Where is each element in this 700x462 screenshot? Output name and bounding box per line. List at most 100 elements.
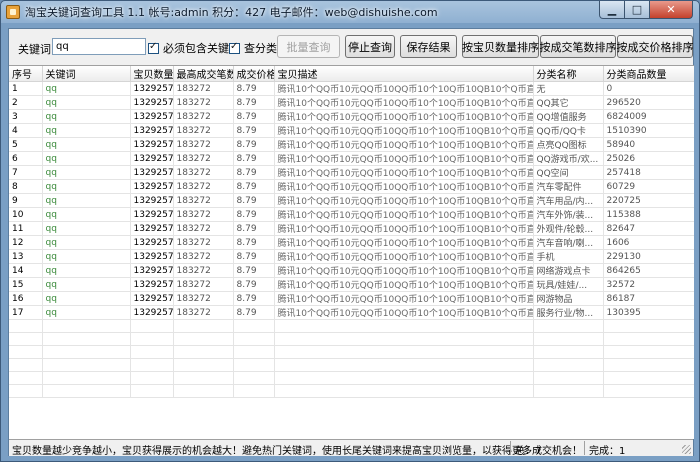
table-row[interactable]: 3qq132925791832728.79腾讯10个QQ币10元QQ币10QQ币… xyxy=(9,109,694,124)
row-category: 汽车用品/内... xyxy=(533,193,604,208)
table-row[interactable]: 9qq132925791832728.79腾讯10个QQ币10元QQ币10QQ币… xyxy=(9,193,694,208)
row-max-deals: 183272 xyxy=(173,249,234,264)
row-category: 汽车零配件 xyxy=(533,179,604,194)
row-price: 8.79 xyxy=(233,207,275,222)
row-index: 6 xyxy=(9,151,43,166)
row-max-deals: 183272 xyxy=(173,221,234,236)
row-index: 7 xyxy=(9,165,43,180)
header-row: 序号 关键词 宝贝数量 最高成交笔数 成交价格 宝贝描述 分类名称 分类商品数量 xyxy=(9,66,694,82)
row-price: 8.79 xyxy=(233,137,275,152)
sort-by-price-button[interactable]: 按成交价格排序 xyxy=(617,35,694,58)
row-max-deals: 183272 xyxy=(173,235,234,250)
empty-cell xyxy=(233,384,275,398)
table-row[interactable]: 14qq132925791832728.79腾讯10个QQ币10元QQ币10QQ… xyxy=(9,263,694,278)
column-header[interactable]: 宝贝描述 xyxy=(274,66,534,82)
table-row[interactable]: 16qq132925791832728.79腾讯10个QQ币10元QQ币10QQ… xyxy=(9,291,694,306)
table-row[interactable]: 11qq132925791832728.79腾讯10个QQ币10元QQ币10QQ… xyxy=(9,221,694,236)
row-category-count: 82647 xyxy=(603,221,694,236)
row-item-count: 13292579 xyxy=(130,235,174,250)
row-keyword: qq xyxy=(42,263,131,278)
keyword-input[interactable] xyxy=(52,38,146,55)
empty-row xyxy=(9,319,694,333)
check-category-label: 查分类 xyxy=(244,42,277,55)
save-result-button[interactable]: 保存结果 xyxy=(400,35,457,58)
stop-query-button[interactable]: 停止查询 xyxy=(345,35,395,58)
empty-cell xyxy=(603,384,694,398)
batch-query-button[interactable]: 批量查询 xyxy=(277,35,340,58)
row-description: 腾讯10个QQ币10元QQ币10QQ币10个10Q币10QB10个Q币直充★自.… xyxy=(274,221,534,236)
row-price: 8.79 xyxy=(233,179,275,194)
table-row[interactable]: 1qq132925791832728.79腾讯10个QQ币10元QQ币10QQ币… xyxy=(9,81,694,96)
column-header[interactable]: 最高成交笔数 xyxy=(173,66,234,82)
row-description: 腾讯10个QQ币10元QQ币10QQ币10个10Q币10QB10个Q币直充★自.… xyxy=(274,165,534,180)
row-index: 8 xyxy=(9,179,43,194)
row-keyword: qq xyxy=(42,221,131,236)
table-row[interactable]: 10qq132925791832728.79腾讯10个QQ币10元QQ币10QQ… xyxy=(9,207,694,222)
column-header[interactable]: 序号 xyxy=(9,66,43,82)
empty-cell xyxy=(173,319,234,333)
empty-cell xyxy=(130,345,174,359)
column-header[interactable]: 分类商品数量 xyxy=(603,66,694,82)
empty-cell xyxy=(233,358,275,372)
status-divider xyxy=(584,441,585,455)
row-max-deals: 183272 xyxy=(173,123,234,138)
must-contain-checkbox[interactable]: 必须包含关键词 xyxy=(148,40,240,56)
sort-by-deals-button[interactable]: 按成交笔数排序 xyxy=(540,35,617,58)
table-row[interactable]: 17qq132925791832728.79腾讯10个QQ币10元QQ币10QQ… xyxy=(9,305,694,320)
row-description: 腾讯10个QQ币10元QQ币10QQ币10个10Q币10QB10个Q币直充★自.… xyxy=(274,123,534,138)
table-row[interactable]: 5qq132925791832728.79腾讯10个QQ币10元QQ币10QQ币… xyxy=(9,137,694,152)
maximize-icon: □ xyxy=(631,3,643,16)
empty-cell xyxy=(130,384,174,398)
table-row[interactable]: 2qq132925791832728.79腾讯10个QQ币10元QQ币10QQ币… xyxy=(9,95,694,110)
title-bar[interactable]: 淘宝关键词查询工具 1.1 帐号:admin 积分：427 电子邮件：web@d… xyxy=(1,1,699,23)
empty-cell xyxy=(173,358,234,372)
row-item-count: 13292579 xyxy=(130,221,174,236)
minimize-button[interactable]: ▁ xyxy=(599,1,625,19)
row-category-count: 864265 xyxy=(603,263,694,278)
table-row[interactable]: 8qq132925791832728.79腾讯10个QQ币10元QQ币10QQ币… xyxy=(9,179,694,194)
column-header[interactable]: 关键词 xyxy=(42,66,131,82)
row-category-count: 6824009 xyxy=(603,109,694,124)
row-item-count: 13292579 xyxy=(130,123,174,138)
empty-cell xyxy=(9,384,43,398)
table-row[interactable]: 6qq132925791832728.79腾讯10个QQ币10元QQ币10QQ币… xyxy=(9,151,694,166)
row-index: 12 xyxy=(9,235,43,250)
empty-cell xyxy=(233,345,275,359)
row-keyword: qq xyxy=(42,249,131,264)
column-header[interactable]: 宝贝数量 xyxy=(130,66,174,82)
resize-grip-icon[interactable] xyxy=(682,445,691,454)
row-keyword: qq xyxy=(42,165,131,180)
results-grid[interactable]: 序号 关键词 宝贝数量 最高成交笔数 成交价格 宝贝描述 分类名称 分类商品数量… xyxy=(9,65,694,439)
table-row[interactable]: 12qq132925791832728.79腾讯10个QQ币10元QQ币10QQ… xyxy=(9,235,694,250)
empty-cell xyxy=(173,384,234,398)
table-row[interactable]: 7qq132925791832728.79腾讯10个QQ币10元QQ币10QQ币… xyxy=(9,165,694,180)
column-header[interactable]: 分类名称 xyxy=(533,66,604,82)
row-keyword: qq xyxy=(42,277,131,292)
row-index: 15 xyxy=(9,277,43,292)
close-button[interactable]: ✕ xyxy=(650,1,693,19)
check-category-checkbox[interactable]: 查分类 xyxy=(229,40,277,56)
table-row[interactable]: 15qq132925791832728.79腾讯10个QQ币10元QQ币10QQ… xyxy=(9,277,694,292)
row-category: 网游物品 xyxy=(533,291,604,306)
row-description: 腾讯10个QQ币10元QQ币10QQ币10个10Q币10QB10个Q币直充★自.… xyxy=(274,291,534,306)
row-max-deals: 183272 xyxy=(173,109,234,124)
empty-cell xyxy=(603,319,694,333)
maximize-button[interactable]: □ xyxy=(625,1,650,19)
row-item-count: 13292579 xyxy=(130,207,174,222)
table-row[interactable]: 13qq132925791832728.79腾讯10个QQ币10元QQ币10QQ… xyxy=(9,249,694,264)
column-header[interactable]: 成交价格 xyxy=(233,66,275,82)
row-keyword: qq xyxy=(42,291,131,306)
sort-by-count-button[interactable]: 按宝贝数量排序 xyxy=(462,35,539,58)
row-keyword: qq xyxy=(42,109,131,124)
row-max-deals: 183272 xyxy=(173,305,234,320)
empty-cell xyxy=(274,358,534,372)
row-price: 8.79 xyxy=(233,291,275,306)
row-price: 8.79 xyxy=(233,81,275,96)
empty-cell xyxy=(533,332,604,346)
row-description: 腾讯10个QQ币10元QQ币10QQ币10个10Q币10QB10个Q币直充★自.… xyxy=(274,193,534,208)
window-title: 淘宝关键词查询工具 1.1 帐号:admin 积分：427 电子邮件：web@d… xyxy=(25,6,438,19)
row-price: 8.79 xyxy=(233,165,275,180)
table-row[interactable]: 4qq132925791832728.79腾讯10个QQ币10元QQ币10QQ币… xyxy=(9,123,694,138)
empty-cell xyxy=(42,319,131,333)
row-description: 腾讯10个QQ币10元QQ币10QQ币10个10Q币10QB10个Q币直充★自.… xyxy=(274,305,534,320)
